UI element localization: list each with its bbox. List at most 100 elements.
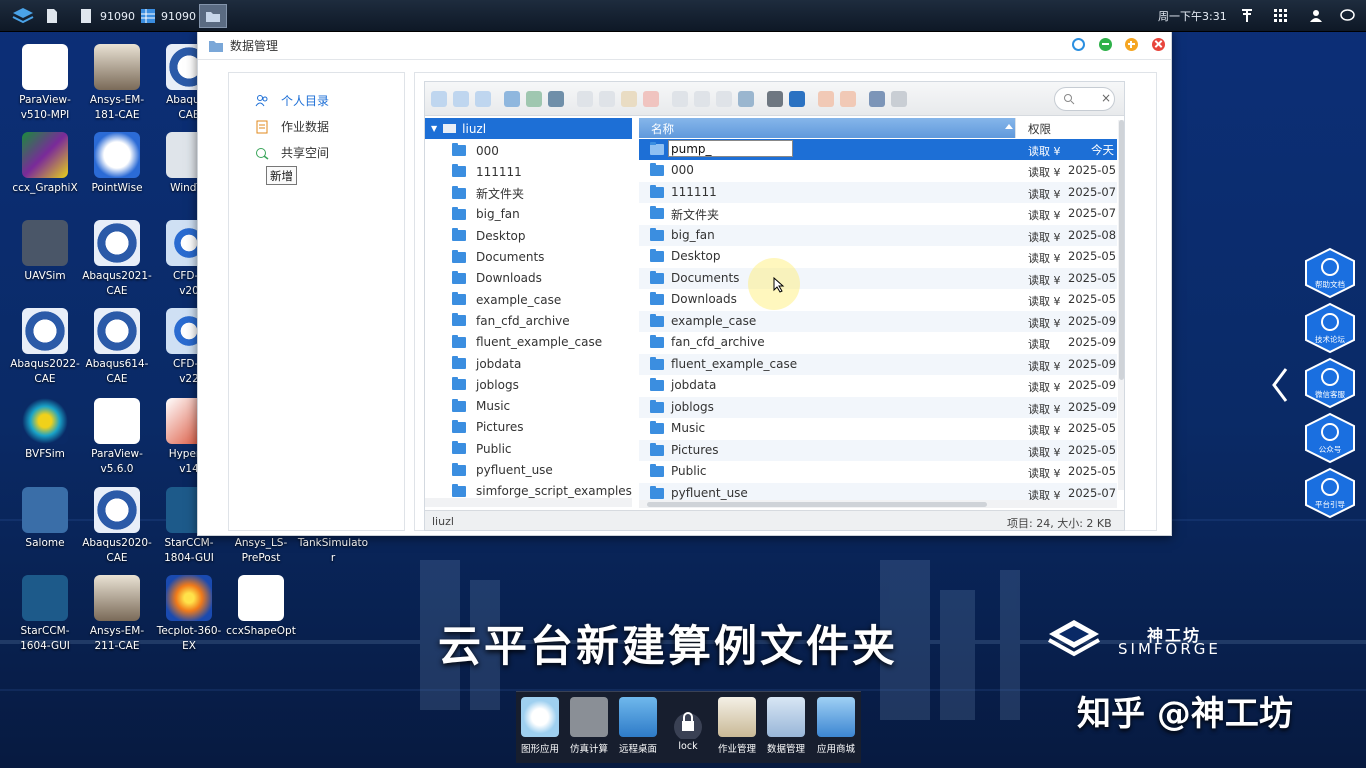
tree-item[interactable]: pyfluent_use — [425, 460, 632, 481]
desktop-icon-pointwise[interactable]: PointWise — [76, 132, 158, 196]
tree-item[interactable]: fan_cfd_archive — [425, 310, 632, 331]
dock-item-app-store[interactable]: 应用商城 — [812, 694, 860, 755]
cut-icon[interactable] — [599, 91, 615, 107]
side-button-wechat-service[interactable]: 微信客服 — [1303, 357, 1357, 409]
table-row[interactable]: Desktop 读取 ¥ 2025-05 — [639, 246, 1117, 267]
rename-icon[interactable] — [694, 91, 710, 107]
desktop-icon-starccm[interactable]: StarCCM- 1604-GUI — [4, 575, 86, 654]
dock-item-graphics-app[interactable]: 图形应用 — [516, 694, 564, 755]
table-row[interactable]: fluent_example_case 读取 ¥ 2025-09 — [639, 353, 1117, 375]
desktop-icon-abaqus[interactable]: Abaqus614- CAE — [76, 308, 158, 387]
tree-item[interactable]: Music — [425, 396, 632, 417]
file-icon[interactable] — [46, 6, 58, 26]
tree-item[interactable]: joblogs — [425, 374, 632, 395]
side-button-forum[interactable]: 技术论坛 — [1303, 302, 1357, 354]
tree-item[interactable]: 111111 — [425, 161, 632, 182]
desktop-icon-ccx-graphix[interactable]: ccx_GraphiX — [4, 132, 86, 196]
minimize-button[interactable] — [1099, 38, 1112, 51]
start-menu-icon[interactable] — [12, 6, 34, 26]
tree-item[interactable]: Documents — [425, 247, 632, 268]
desktop-icon-ansys-em[interactable]: Ansys-EM- 211-CAE — [76, 575, 158, 654]
dock-item-calculator[interactable]: 仿真计算 — [565, 694, 613, 755]
collapse-arrow-icon[interactable] — [1270, 367, 1292, 403]
back-icon[interactable] — [431, 91, 447, 107]
table-row[interactable]: Pictures 读取 ¥ 2025-05 — [639, 439, 1117, 461]
window-titlebar[interactable]: 数据管理 — [198, 32, 1171, 60]
desktop-icon-uavsim[interactable]: UAVSim — [4, 220, 86, 284]
edit-icon[interactable] — [716, 91, 732, 107]
rename-input[interactable] — [668, 140, 793, 157]
clear-search-icon[interactable]: × — [1101, 91, 1111, 105]
desktop-icon-abaqus[interactable]: Abaqus2021- CAE — [76, 220, 158, 299]
tree-item[interactable]: fluent_example_case — [425, 332, 632, 353]
pin-button[interactable] — [1072, 38, 1085, 51]
extract-icon[interactable] — [818, 91, 834, 107]
nav-item-personal[interactable]: 个人目录 — [255, 92, 329, 109]
tree-item[interactable]: 000 — [425, 140, 632, 161]
help-icon[interactable] — [891, 91, 907, 107]
side-button-guide[interactable]: 平台引导 — [1303, 467, 1357, 519]
side-button-official-account[interactable]: 公众号 — [1303, 412, 1357, 464]
tree-item[interactable]: jobdata — [425, 353, 632, 374]
forward-icon[interactable] — [453, 91, 469, 107]
table-row[interactable]: example_case 读取 ¥ 2025-09 — [639, 310, 1117, 332]
table-row[interactable]: Music 读取 ¥ 2025-05 — [639, 418, 1117, 439]
paste-icon[interactable] — [621, 91, 637, 107]
view-icon[interactable] — [767, 91, 783, 107]
duplicate-icon[interactable] — [672, 91, 688, 107]
desktop-icon-bvfsim[interactable]: BVFSim — [4, 398, 86, 462]
copy-icon[interactable] — [577, 91, 593, 107]
dock-item-remote-desktop[interactable]: 远程桌面 — [614, 694, 662, 755]
info-icon[interactable] — [789, 91, 805, 107]
dock-item-data-manager[interactable]: 数据管理 — [762, 694, 810, 755]
desktop-icon-ccx-shapeopt[interactable]: ccxShapeOpt — [220, 575, 302, 639]
desktop-icon-paraview[interactable]: ParaView- v5.6.0 — [76, 398, 158, 477]
expand-icon[interactable]: ▼ — [431, 124, 437, 133]
close-button[interactable] — [1152, 38, 1165, 51]
desktop-icon-tecplot[interactable]: Tecplot-360- EX — [148, 575, 230, 654]
vertical-scrollbar[interactable] — [1118, 120, 1124, 490]
new-folder-icon[interactable] — [504, 91, 520, 107]
table-row[interactable]: 111111 读取 ¥ 2025-07 — [639, 181, 1117, 203]
tree-root[interactable]: ▼ liuzl — [425, 118, 632, 139]
archive-icon[interactable] — [840, 91, 856, 107]
horizontal-scrollbar[interactable] — [639, 500, 1117, 508]
table-row[interactable]: big_fan 读取 ¥ 2025-08 — [639, 224, 1117, 246]
table-row[interactable]: Documents 读取 ¥ 2025-05 — [639, 267, 1117, 289]
taskbar-item-2[interactable]: 91090 — [141, 6, 196, 26]
tree-item[interactable]: Desktop — [425, 225, 632, 246]
tree-item[interactable]: Public — [425, 438, 632, 459]
table-row[interactable]: Downloads 读取 ¥ 2025-05 — [639, 289, 1117, 310]
tree-item[interactable]: Downloads — [425, 268, 632, 289]
table-row[interactable]: jobdata 读取 ¥ 2025-09 — [639, 375, 1117, 396]
dock-item-job-manager[interactable]: 作业管理 — [713, 694, 761, 755]
column-permission[interactable]: 权限 — [1028, 121, 1051, 137]
up-icon[interactable] — [475, 91, 491, 107]
user-icon[interactable] — [1309, 6, 1323, 26]
table-row[interactable]: joblogs 读取 ¥ 2025-09 — [639, 396, 1117, 418]
new-file-icon[interactable] — [526, 91, 542, 107]
table-row[interactable]: 000 读取 ¥ 2025-05 — [639, 160, 1117, 181]
nav-item-jobdata[interactable]: 作业数据 — [255, 118, 329, 135]
table-row[interactable]: 新文件夹 读取 ¥ 2025-07 — [639, 203, 1117, 224]
taskbar-item-1[interactable]: 91090 — [80, 6, 135, 26]
desktop-icon-abaqus[interactable]: Abaqus2022- CAE — [4, 308, 86, 387]
chat-icon[interactable] — [1340, 6, 1355, 26]
tree-item[interactable]: Pictures — [425, 417, 632, 438]
taskbar-active-window[interactable] — [199, 4, 227, 28]
save-icon[interactable] — [548, 91, 564, 107]
tree-item[interactable]: example_case — [425, 289, 632, 310]
apps-grid-icon[interactable] — [1274, 6, 1288, 26]
search-input[interactable]: × — [1054, 87, 1115, 111]
nav-item-shared[interactable]: 共享空间 — [255, 144, 329, 161]
table-row-editing[interactable]: 读取 ¥ 今天 — [639, 139, 1117, 160]
tree-item[interactable]: 新文件夹 — [425, 183, 632, 204]
maximize-button[interactable] — [1125, 38, 1138, 51]
table-row[interactable]: Public 读取 ¥ 2025-05 — [639, 461, 1117, 482]
desktop-icon-paraview[interactable]: ParaView- v510-MPI — [4, 44, 86, 123]
table-row[interactable]: fan_cfd_archive 读取 2025-09 — [639, 332, 1117, 353]
column-name[interactable]: 名称 — [651, 121, 674, 137]
side-button-help-doc[interactable]: 帮助文档 — [1303, 247, 1357, 299]
upload-icon[interactable] — [738, 91, 754, 107]
desktop-icon-salome[interactable]: Salome — [4, 487, 86, 551]
